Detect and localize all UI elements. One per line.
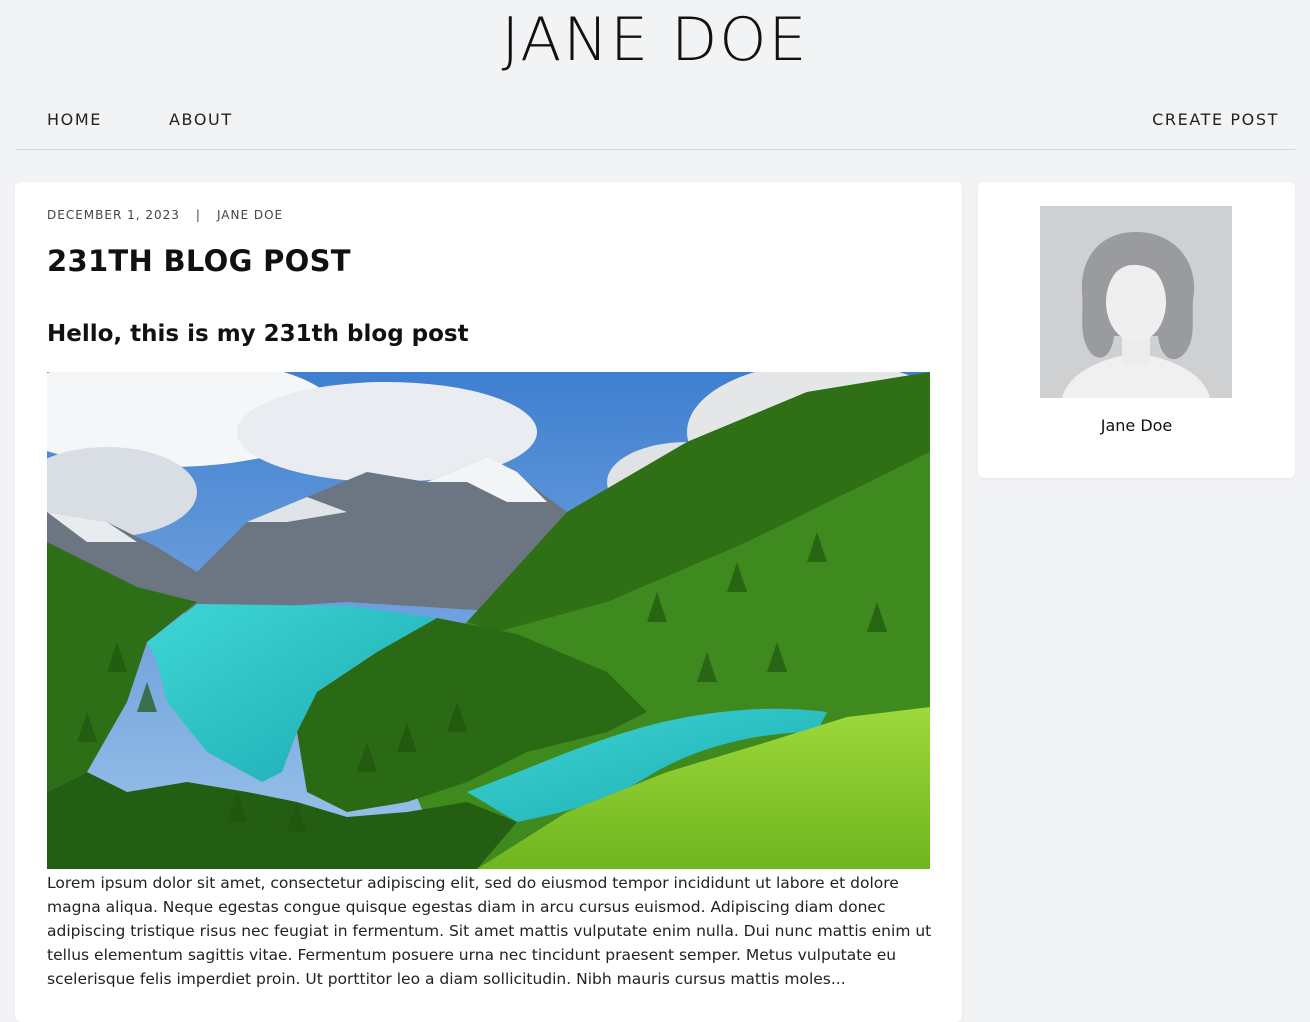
post-author[interactable]: JANE DOE	[217, 208, 283, 222]
post-subtitle: Hello, this is my 231th blog post	[47, 321, 469, 347]
post-title: 231TH BLOG POST	[47, 244, 351, 278]
post-card: DECEMBER 1, 2023 | JANE DOE 231TH BLOG POS…	[15, 182, 962, 1022]
post-meta: DECEMBER 1, 2023 | JANE DOE	[47, 208, 283, 222]
post-date: DECEMBER 1, 2023	[47, 208, 180, 222]
person-silhouette-icon	[1040, 206, 1232, 398]
profile-name[interactable]: Jane Doe	[978, 416, 1295, 435]
profile-card: Jane Doe	[978, 182, 1295, 478]
nav-home-link[interactable]: HOME	[47, 110, 102, 129]
site-title: JANE DOE	[501, 5, 809, 75]
meta-separator: |	[195, 208, 201, 222]
avatar	[1040, 206, 1232, 398]
main-nav: HOME ABOUT CREATE POST	[15, 96, 1295, 150]
nav-about-link[interactable]: ABOUT	[169, 110, 233, 129]
landscape-image	[47, 372, 930, 869]
post-image	[47, 372, 930, 869]
nav-create-post-link[interactable]: CREATE POST	[1152, 110, 1279, 129]
post-body: Lorem ipsum dolor sit amet, consectetur …	[47, 874, 932, 988]
